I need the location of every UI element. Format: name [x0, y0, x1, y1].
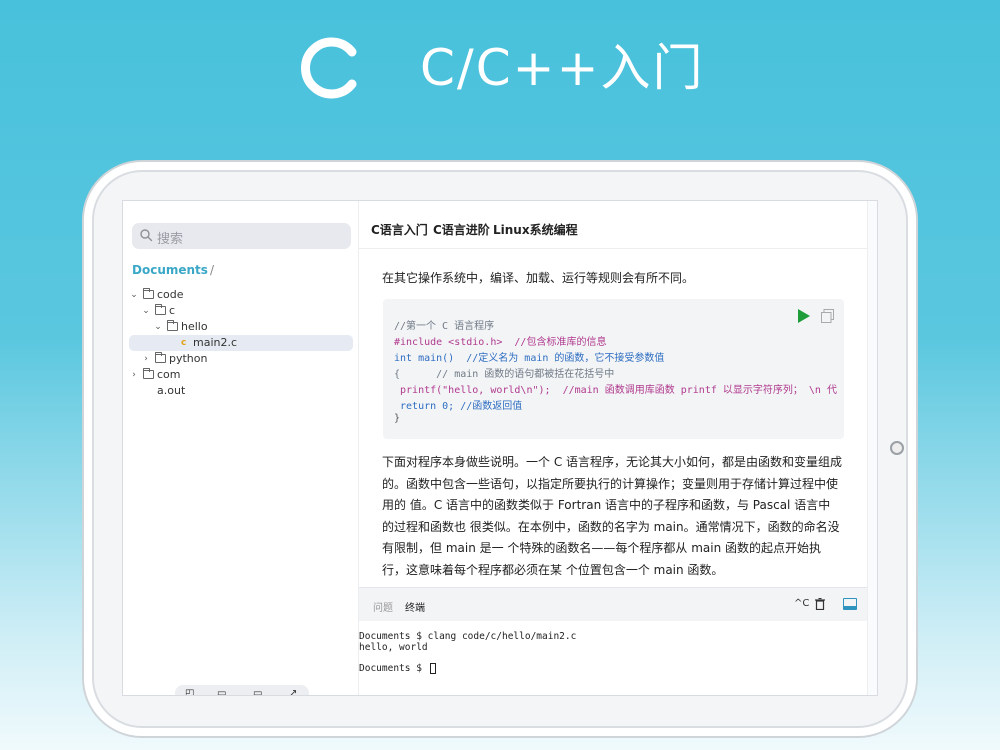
hero-title: C/C++入门 — [420, 39, 705, 97]
code-block: //第一个 C 语言程序 #include <stdio.h> //包含标准库的… — [383, 299, 844, 439]
interrupt-button[interactable]: ^C — [794, 598, 809, 609]
folder-icon — [155, 304, 166, 315]
chevron-down-icon[interactable]: ⌄ — [153, 319, 163, 335]
tree-item-c[interactable]: ⌄ c — [123, 303, 359, 319]
tab-c-intro[interactable]: C语言入门 — [371, 221, 428, 238]
app-screen: 搜索 Documents / ⌄ code ⌄ c ⌄ hello c main… — [122, 200, 878, 696]
breadcrumb-documents[interactable]: Documents — [132, 263, 208, 277]
code-line: } — [394, 413, 401, 424]
file-tree: ⌄ code ⌄ c ⌄ hello c main2.c › python › … — [123, 287, 359, 399]
chapter-tabs: C语言入门 C语言进阶 Linux系统编程 — [359, 201, 877, 249]
tree-item-label: a.out — [157, 384, 186, 397]
terminal-line: Documents $ clang code/c/hello/main2.c — [359, 631, 577, 642]
panel-header: 问题 终端 ^C — [359, 587, 867, 621]
c-logo-icon — [301, 37, 357, 99]
tree-item-com[interactable]: › com — [123, 367, 359, 383]
terminal-line: hello, world — [359, 642, 428, 653]
right-gutter — [867, 201, 877, 695]
search-placeholder: 搜索 — [157, 232, 184, 247]
chevron-right-icon[interactable]: › — [141, 351, 151, 367]
panel-layout-icon[interactable] — [843, 598, 857, 610]
code-line: { // main 函数的语句都被括在花括号中 — [394, 369, 615, 380]
tree-item-hello[interactable]: ⌄ hello — [123, 319, 359, 335]
tab-linux-programming[interactable]: Linux系统编程 — [493, 221, 578, 238]
chevron-down-icon[interactable]: ⌄ — [129, 287, 139, 303]
tab-problems[interactable]: 问题 — [373, 599, 393, 614]
tree-item-main2-c[interactable]: c main2.c — [129, 335, 353, 351]
open-folder-icon[interactable]: ▭ — [253, 688, 262, 695]
tab-c-advanced[interactable]: C语言进阶 — [433, 221, 490, 238]
terminal-cursor — [429, 663, 436, 674]
tree-item-code[interactable]: ⌄ code — [123, 287, 359, 303]
hero-banner: C/C++入门 — [0, 28, 1000, 108]
terminal-prompt-text: Documents $ — [359, 663, 428, 674]
code-line: #include <stdio.h> //包含标准库的信息 — [394, 337, 607, 348]
tree-item-label: hello — [181, 320, 208, 333]
search-icon — [140, 229, 153, 242]
home-button — [890, 441, 904, 455]
code-line: int main() //定义名为 main 的函数，它不接受参数值 — [394, 353, 665, 364]
tree-item-label: python — [169, 352, 208, 365]
play-icon[interactable] — [798, 309, 810, 323]
folder-icon — [155, 352, 166, 363]
search-input[interactable]: 搜索 — [132, 223, 351, 249]
code-line: //第一个 C 语言程序 — [394, 321, 495, 332]
terminal[interactable]: Documents $ clang code/c/hello/main2.c h… — [359, 621, 867, 695]
tab-terminal[interactable]: 终端 — [405, 599, 425, 614]
chevron-right-icon[interactable]: › — [129, 367, 139, 383]
sidebar: 搜索 Documents / ⌄ code ⌄ c ⌄ hello c main… — [123, 201, 359, 695]
new-file-icon[interactable]: ◰ — [185, 688, 194, 695]
new-folder-icon[interactable]: ▭ — [217, 688, 226, 695]
trash-icon[interactable] — [815, 598, 825, 610]
code-line: printf("hello, world\n"); //main 函数调用库函数… — [394, 385, 837, 396]
code-line: return 0; //函数返回值 — [394, 401, 523, 412]
article-content: 在其它操作系统中，编译、加载、运行等规则会有所不同。 //第一个 C 语言程序 … — [359, 249, 867, 583]
tree-item-label: main2.c — [193, 336, 238, 349]
folder-icon — [167, 320, 178, 331]
c-file-icon: c — [181, 338, 187, 348]
folder-icon — [143, 368, 154, 379]
chevron-down-icon[interactable]: ⌄ — [141, 303, 151, 319]
paragraph: 在其它操作系统中，编译、加载、运行等规则会有所不同。 — [382, 271, 695, 285]
folder-icon — [143, 288, 154, 299]
terminal-prompt[interactable]: Documents $ — [359, 663, 436, 674]
tree-item-python[interactable]: › python — [123, 351, 359, 367]
paragraph: 下面对程序本身做些说明。一个 C 语言程序，无论其大小如何，都是由函数和变量组成… — [382, 455, 843, 577]
tree-item-label: code — [157, 288, 184, 301]
copy-icon[interactable] — [821, 309, 834, 323]
share-icon[interactable]: ↗ — [289, 688, 297, 695]
breadcrumb-separator: / — [209, 263, 214, 277]
sidebar-toolbar: ◰ ▭ ▭ ↗ — [175, 685, 309, 695]
tree-item-label: c — [169, 304, 176, 317]
breadcrumb[interactable]: Documents / — [132, 263, 214, 277]
tree-item-label: com — [157, 368, 181, 381]
tree-item-a-out[interactable]: a.out — [123, 383, 359, 399]
